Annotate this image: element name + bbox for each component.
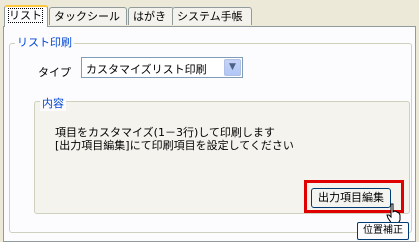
type-select-value: カスタマイズリスト印刷 (86, 63, 207, 76)
tab-postcard[interactable]: はがき (128, 7, 174, 25)
tab-postcard-label: はがき (133, 10, 166, 23)
chevron-down-icon[interactable]: ▼ (224, 59, 241, 76)
tab-tack-seal[interactable]: タックシール (49, 7, 127, 25)
tab-bar: リスト タックシール はがき システム手帳 (4, 5, 414, 27)
tab-tack-seal-label: タックシール (54, 10, 120, 23)
tab-system-notebook-label: システム手帳 (177, 10, 243, 23)
type-label: タイプ (38, 66, 71, 79)
position-correction-button[interactable]: 位置補正 (357, 222, 409, 240)
tab-list-label: リスト (8, 8, 43, 23)
content-description-line-2: [出力項目編集]にて印刷項目を設定してください (55, 139, 294, 152)
tab-system-notebook[interactable]: システム手帳 (172, 7, 252, 25)
output-items-edit-button[interactable]: 出力項目編集 (311, 188, 391, 208)
type-select[interactable]: カスタマイズリスト印刷 ▼ (81, 57, 243, 78)
content-group-title: 内容 (40, 95, 66, 111)
tab-list[interactable]: リスト (4, 5, 48, 27)
list-print-group-title: リスト印刷 (15, 34, 74, 50)
